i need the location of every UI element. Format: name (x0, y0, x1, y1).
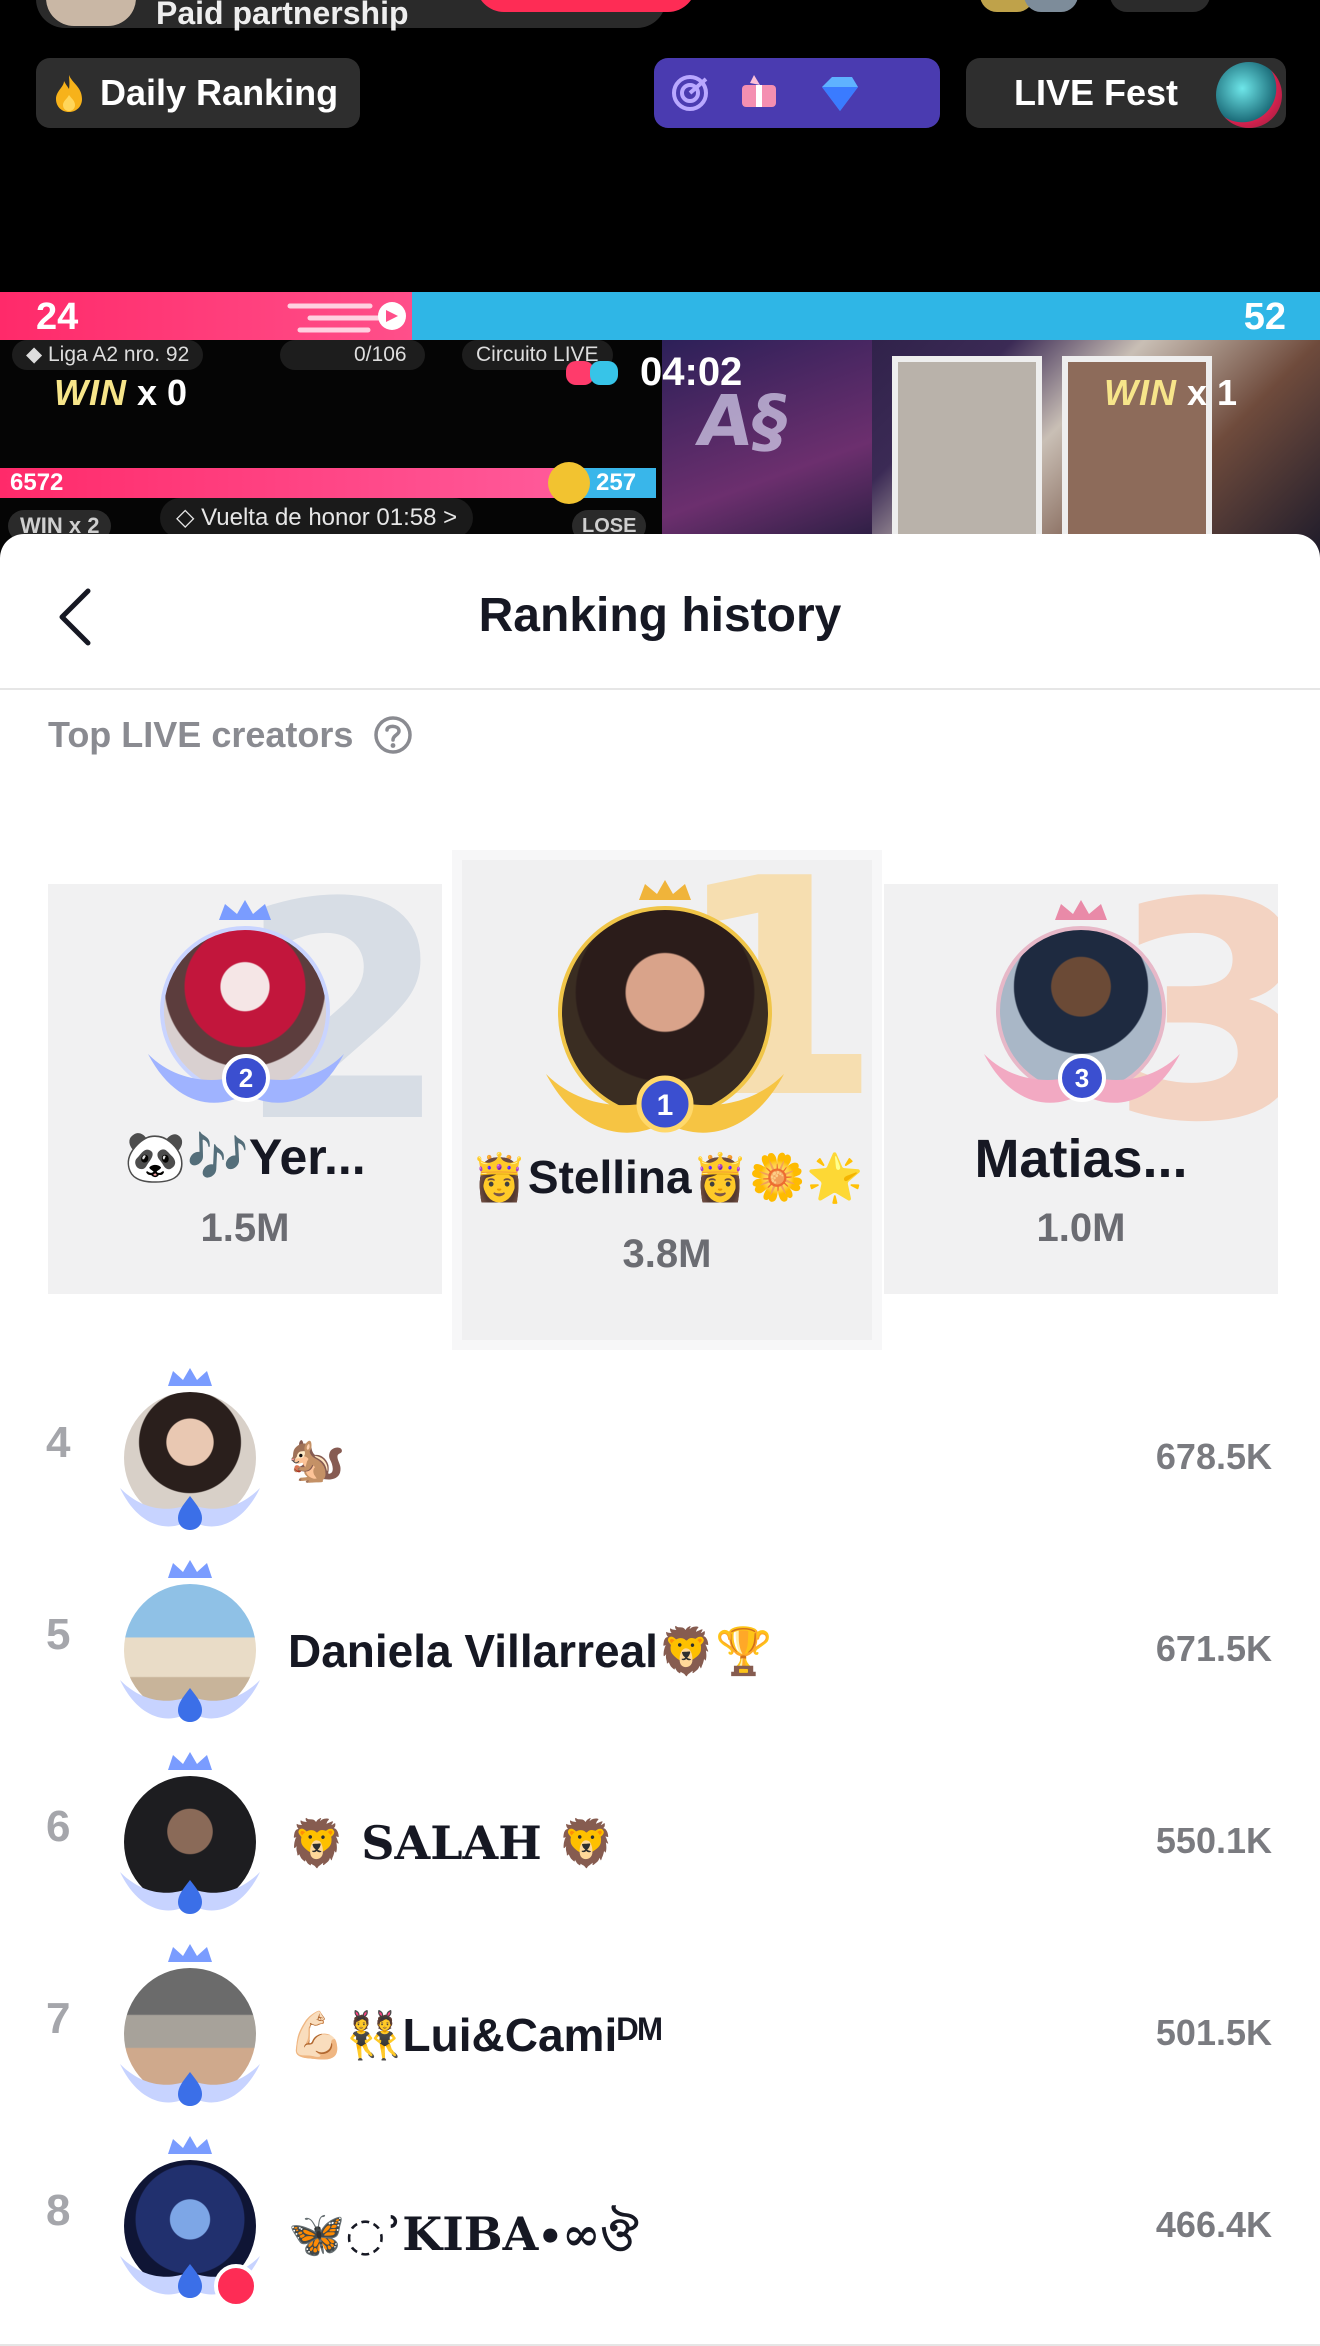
podium-card-second[interactable]: 2 2 🐼🎶Yer... 1.5M (48, 884, 442, 1294)
creator-score: 671.5K (1155, 1628, 1272, 1669)
live-stream-area: Paid partnership Daily Ranking LIVE Fest… (0, 0, 1320, 560)
battle-spark-icon (287, 302, 406, 333)
live-fest-button[interactable]: LIVE Fest (966, 58, 1286, 128)
crown-icon (168, 2136, 212, 2154)
win-counter-right: WIN x 1 (1104, 372, 1237, 414)
progress-label[interactable]: 0/106 (280, 340, 425, 370)
win-count: x 1 (1187, 372, 1238, 413)
live-indicator-icon (214, 2264, 258, 2308)
win-word: WIN (54, 372, 127, 413)
daily-ranking-label: Daily Ranking (100, 72, 339, 113)
laurel-badge-icon (120, 1872, 260, 1914)
laurel-badge-icon (120, 2064, 260, 2106)
rank-number: 7 (46, 1994, 71, 2043)
rank-number: 6 (46, 1802, 71, 1851)
target-icon (672, 75, 708, 111)
ranking-row[interactable]: 5 Daniela Villarreal🦁🏆 671.5K (0, 1552, 1320, 1744)
honor-lap-button[interactable]: ◇ Vuelta de honor 01:58 > (160, 498, 474, 538)
podium-score: 3.8M (622, 1232, 712, 1276)
league-text: Liga A2 nro. 92 (47, 343, 190, 366)
crown-icon (1055, 900, 1107, 920)
creator-avatar[interactable] (46, 0, 136, 26)
win-word: WIN (1104, 372, 1177, 413)
creator-name: 🦋◌ʾKIBA∙∞ঔ (288, 2207, 639, 2261)
creator-name: 🦁 SALAH 🦁 (288, 1816, 615, 1870)
creator-score: 550.1K (1155, 1820, 1272, 1861)
ranking-row[interactable]: 8 🦋◌ʾKIBA∙∞ঔ 466.4K (0, 2128, 1320, 2320)
follow-button[interactable] (476, 0, 696, 12)
svg-text:2: 2 (239, 1063, 253, 1093)
viewer-avatars[interactable] (980, 0, 1100, 12)
crown-icon (168, 1368, 212, 1386)
crown-icon (219, 900, 271, 920)
daily-ranking-button[interactable]: Daily Ranking (36, 58, 360, 128)
sub-score-left: 6572 (10, 469, 64, 496)
creator-name: 💪🏻👯Lui&Camiᴰᴹ (288, 2009, 662, 2061)
framed-photo (892, 356, 1042, 546)
win-count: x 0 (137, 372, 188, 413)
sheet-header: Ranking history (0, 534, 1320, 690)
league-label[interactable]: ◆ Liga A2 nro. 92 (12, 340, 204, 370)
paid-partnership-label: Paid partnership (156, 0, 409, 31)
live-goal-button[interactable] (654, 58, 940, 128)
rank-number: 5 (46, 1610, 71, 1659)
viewer-avatar[interactable] (1024, 0, 1078, 12)
podium-name: 🐼🎶Yer... (124, 1129, 366, 1185)
svg-text:1: 1 (657, 1089, 674, 1122)
question-circle-icon[interactable] (373, 715, 413, 755)
laurel-badge-icon (120, 1488, 260, 1530)
gift-icon (742, 75, 776, 107)
creator-score: 466.4K (1155, 2204, 1272, 2245)
podium-score: 1.5M (200, 1206, 290, 1250)
section-label: Top LIVE creators (48, 714, 413, 756)
win-counter-left: WIN x 0 (54, 372, 187, 414)
ranking-row[interactable]: 7 💪🏻👯Lui&Camiᴰᴹ 501.5K (0, 1936, 1320, 2128)
laurel-badge-icon (120, 1680, 260, 1722)
timer-text: 04:02 (640, 350, 743, 394)
creator-info-bar[interactable]: Paid partnership (36, 0, 696, 31)
laurel-badge-icon: 1 (546, 1074, 784, 1133)
viewer-count-pill[interactable] (1110, 0, 1210, 12)
live-badge-icon (1216, 62, 1282, 128)
ranking-history-sheet: Ranking history Top LIVE creators 2 2 🐼🎶… (0, 534, 1320, 2346)
page-title: Ranking history (478, 589, 842, 642)
laurel-badge-icon: 3 (984, 1054, 1180, 1103)
diamond-icon (822, 77, 858, 111)
creator-score: 678.5K (1155, 1436, 1272, 1477)
honor-label: Vuelta de honor 01:58 > (201, 504, 458, 531)
podium-name: Matias... (974, 1129, 1188, 1189)
live-fest-label: LIVE Fest (1014, 72, 1179, 113)
battle-score-right: 52 (1243, 296, 1286, 338)
creator-name: Daniela Villarreal🦁🏆 (288, 1625, 773, 1677)
crown-icon (168, 1752, 212, 1770)
crown-icon (168, 1560, 212, 1578)
podium-score: 1.0M (1036, 1206, 1126, 1250)
sunglasses-emoji-icon (548, 462, 590, 504)
battle-score-bar: 24 52 (0, 292, 1320, 340)
boxing-glove-icon (566, 360, 618, 385)
podium-card-third[interactable]: 3 3 Matias... 1.0M (884, 884, 1278, 1294)
crown-icon (168, 1944, 212, 1962)
battle-score-left: 24 (36, 296, 79, 338)
creator-name: 🐿️ (288, 1433, 346, 1485)
crown-icon (639, 880, 691, 900)
rank-number: 8 (46, 2186, 71, 2235)
top-live-creators-label: Top LIVE creators (48, 714, 354, 755)
ranking-row[interactable]: 6 🦁 SALAH 🦁 550.1K (0, 1744, 1320, 1936)
fire-icon (56, 75, 82, 112)
podium-card-first[interactable]: 1 1 👸Stellina👸🌼🌟 3.8M (462, 860, 872, 1340)
svg-text:3: 3 (1075, 1063, 1089, 1093)
rank-number: 4 (46, 1418, 71, 1467)
creator-score: 501.5K (1155, 2012, 1272, 2053)
laurel-badge-icon: 2 (148, 1054, 344, 1103)
sub-score-right: 257 (596, 469, 637, 496)
ranking-row[interactable]: 4 🐿️ 678.5K (0, 1360, 1320, 1552)
podium-name: 👸Stellina👸🌼🌟 (470, 1151, 864, 1203)
battle-timer: 04:02 (562, 350, 742, 395)
